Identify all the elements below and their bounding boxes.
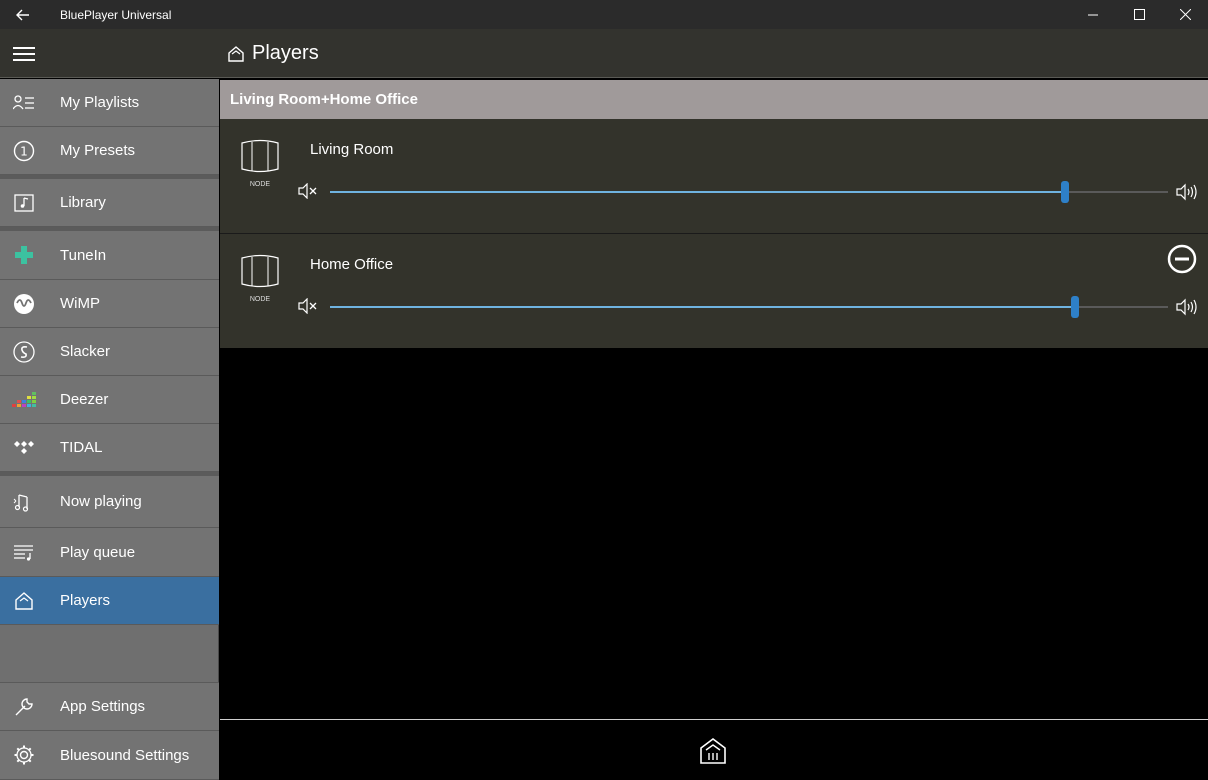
volume-slider-fill bbox=[330, 306, 1075, 308]
minimize-icon[interactable] bbox=[1070, 0, 1116, 29]
app-title: BluePlayer Universal bbox=[60, 7, 172, 22]
sidebar-item-label: WiMP bbox=[60, 295, 100, 312]
page-title: Players bbox=[252, 42, 319, 64]
wimp-icon bbox=[0, 293, 48, 315]
tunein-icon bbox=[0, 244, 48, 266]
player-name: Home Office bbox=[310, 256, 394, 273]
tidal-icon bbox=[0, 440, 48, 456]
sidebar-item-label: My Presets bbox=[60, 142, 136, 159]
svg-text:1: 1 bbox=[20, 144, 28, 158]
sidebar-item-label: Library bbox=[60, 194, 106, 211]
sidebar-item-library[interactable]: Library bbox=[0, 179, 219, 227]
sidebar-item-play-queue[interactable]: Play queue bbox=[0, 528, 219, 577]
now-playing-icon bbox=[0, 491, 48, 513]
deezer-icon bbox=[0, 391, 48, 408]
node-device-icon bbox=[241, 254, 279, 288]
sidebar-item-label: Players bbox=[60, 592, 111, 609]
group-header: Living Room+Home Office bbox=[220, 80, 1208, 119]
play-queue-icon bbox=[0, 543, 48, 561]
device-model-label: NODE bbox=[249, 181, 271, 188]
sidebar-item-label: My Playlists bbox=[60, 94, 140, 111]
page-title-group: Players bbox=[226, 42, 319, 65]
wrench-icon bbox=[0, 696, 48, 718]
sidebar-item-label: Bluesound Settings bbox=[60, 746, 190, 764]
volume-slider-thumb[interactable] bbox=[1071, 296, 1079, 318]
sidebar-item-label: Now playing bbox=[60, 493, 142, 510]
hamburger-icon[interactable] bbox=[13, 47, 35, 61]
app-header: Players bbox=[0, 29, 1208, 78]
volume-up-icon[interactable] bbox=[1176, 183, 1198, 201]
sidebar-item-deezer[interactable]: Deezer bbox=[0, 376, 219, 424]
home-icon bbox=[228, 45, 244, 62]
sidebar-item-label: Deezer bbox=[60, 391, 109, 408]
bottom-bar bbox=[220, 719, 1208, 780]
library-icon bbox=[0, 193, 48, 213]
gear-icon bbox=[0, 744, 48, 766]
maximize-icon[interactable] bbox=[1116, 0, 1162, 29]
sidebar-item-tidal[interactable]: TIDAL bbox=[0, 424, 219, 472]
device-model-label: NODE bbox=[249, 296, 271, 303]
players-home-icon bbox=[0, 590, 48, 612]
preset-number-icon: 1 bbox=[0, 140, 48, 162]
player-card-home-office: NODE Home Office bbox=[220, 234, 1208, 348]
volume-slider-fill bbox=[330, 191, 1065, 193]
title-bar: BluePlayer Universal bbox=[0, 0, 1208, 29]
back-arrow-icon[interactable] bbox=[0, 0, 46, 29]
volume-slider[interactable] bbox=[330, 296, 1168, 318]
slacker-icon bbox=[0, 340, 48, 363]
close-icon[interactable] bbox=[1162, 0, 1208, 29]
mute-icon[interactable] bbox=[298, 298, 318, 314]
sidebar-item-bluesound-settings[interactable]: Bluesound Settings bbox=[0, 731, 219, 780]
sidebar-item-my-presets[interactable]: 1 My Presets bbox=[0, 127, 219, 175]
sidebar-item-label: TuneIn bbox=[60, 246, 107, 264]
volume-slider[interactable] bbox=[330, 181, 1168, 203]
sidebar-item-my-playlists[interactable]: My Playlists bbox=[0, 79, 219, 127]
sidebar-item-tunein[interactable]: TuneIn bbox=[0, 231, 219, 280]
sidebar-item-label: Play queue bbox=[60, 543, 136, 561]
sidebar-item-label: App Settings bbox=[60, 698, 146, 715]
sidebar-item-now-playing[interactable]: Now playing bbox=[0, 476, 219, 528]
home-grid-icon[interactable] bbox=[698, 736, 728, 766]
sidebar: My Playlists 1 My Presets Library TuneIn… bbox=[0, 79, 219, 780]
mute-icon[interactable] bbox=[298, 183, 318, 199]
node-device-icon bbox=[241, 139, 279, 173]
player-name: Living Room bbox=[310, 141, 394, 158]
playlist-icon bbox=[0, 94, 48, 111]
sidebar-item-players[interactable]: Players bbox=[0, 577, 219, 625]
sidebar-item-wimp[interactable]: WiMP bbox=[0, 280, 219, 328]
volume-slider-thumb[interactable] bbox=[1061, 181, 1069, 203]
remove-from-group-icon[interactable] bbox=[1167, 244, 1197, 274]
player-card-living-room: NODE Living Room bbox=[220, 119, 1208, 233]
sidebar-item-app-settings[interactable]: App Settings bbox=[0, 682, 219, 731]
sidebar-item-label: TIDAL bbox=[60, 439, 103, 456]
sidebar-item-label: Slacker bbox=[60, 343, 111, 360]
sidebar-item-slacker[interactable]: Slacker bbox=[0, 328, 219, 376]
volume-up-icon[interactable] bbox=[1176, 298, 1198, 316]
